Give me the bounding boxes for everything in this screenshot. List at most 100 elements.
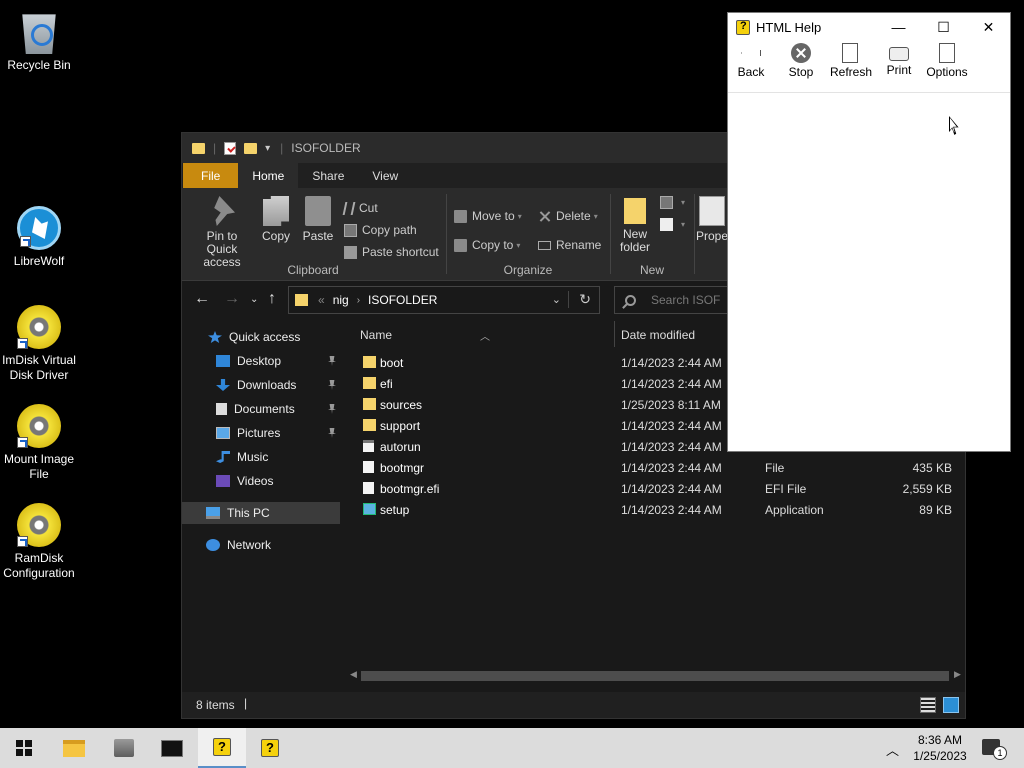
sidebar-item-label: Music xyxy=(237,450,269,464)
copy-button[interactable]: Copy xyxy=(258,196,294,243)
column-header-name[interactable]: Name xyxy=(360,328,392,342)
tab-share[interactable]: Share xyxy=(298,163,358,188)
forward-arrow-icon[interactable]: → xyxy=(224,290,240,308)
details-view-button[interactable] xyxy=(920,697,936,713)
up-arrow-icon[interactable]: ↑ xyxy=(268,290,276,308)
maximize-button[interactable]: ☐ xyxy=(921,13,966,41)
horizontal-scrollbar[interactable]: ◀ ▶ xyxy=(347,667,965,685)
paste-shortcut-button[interactable]: Paste shortcut xyxy=(344,242,439,262)
sidebar-item-quick-access[interactable]: Quick access xyxy=(182,326,340,348)
start-button[interactable] xyxy=(0,728,48,768)
tab-file[interactable]: File xyxy=(183,163,239,188)
help-app-icon xyxy=(736,19,750,35)
scroll-right-arrow-icon[interactable]: ▶ xyxy=(954,669,961,680)
sidebar-item-network[interactable]: Network xyxy=(182,534,340,556)
file-date-modified: 1/14/2023 2:44 AM xyxy=(621,461,722,475)
folder-icon xyxy=(295,294,308,306)
large-icons-view-button[interactable] xyxy=(943,697,959,713)
button-label: Pin to Quick xyxy=(206,229,238,256)
button-label: Rename xyxy=(556,238,602,252)
copy-to-button[interactable]: Copy to ▾ xyxy=(454,235,520,255)
column-header-date-modified[interactable]: Date modified xyxy=(621,328,695,342)
breadcrumb-item[interactable]: nig xyxy=(333,293,349,307)
paste-button[interactable]: Paste xyxy=(300,196,336,243)
sidebar-item-videos[interactable]: Videos xyxy=(182,470,340,492)
back-arrow-icon[interactable]: ← xyxy=(194,290,210,308)
taskbar-html-help-active[interactable] xyxy=(198,728,246,768)
minimize-button[interactable]: — xyxy=(876,13,921,41)
address-dropdown-icon[interactable]: ⌄ xyxy=(552,293,561,306)
table-row[interactable]: bootmgr.efi 1/14/2023 2:44 AM EFI File 2,55… xyxy=(347,478,965,499)
button-label: Prope xyxy=(696,229,728,243)
button-label: Print xyxy=(886,63,912,77)
desktop-icon-label: RamDisk xyxy=(14,551,64,565)
breadcrumb-item[interactable]: ISOFOLDER xyxy=(368,293,437,307)
customize-quick-access-icon[interactable]: ▾ xyxy=(265,143,270,154)
new-folder-icon xyxy=(624,198,646,224)
pin-icon xyxy=(328,380,336,390)
new-item-button[interactable]: ▾ xyxy=(660,192,685,212)
delete-button[interactable]: Delete ▾ xyxy=(538,206,598,226)
move-to-icon xyxy=(454,209,467,223)
help-content-pane[interactable] xyxy=(728,94,1010,451)
desktop-icon-imdisk[interactable]: ImDisk Virtual Disk Driver xyxy=(0,305,78,383)
taskbar-drive-app[interactable] xyxy=(100,728,148,768)
pin-icon xyxy=(214,196,235,226)
pin-to-quick-access-button[interactable]: Pin to Quick access xyxy=(190,196,254,269)
address-bar[interactable]: « nig › ISOFOLDER ⌄ ↻ xyxy=(288,286,600,314)
options-button[interactable]: Options xyxy=(926,43,968,79)
sidebar-item-this-pc[interactable]: This PC xyxy=(182,502,340,524)
show-hidden-icons-chevron-icon[interactable]: ︿ xyxy=(886,740,899,759)
desktop-icon-mount-image[interactable]: Mount Image File xyxy=(0,404,78,482)
rename-button[interactable]: Rename xyxy=(538,235,601,255)
scroll-left-arrow-icon[interactable]: ◀ xyxy=(350,669,357,680)
cut-button[interactable]: Cut xyxy=(342,198,378,218)
table-row[interactable]: setup 1/14/2023 2:44 AM Application 89 KB xyxy=(347,499,965,520)
refresh-button[interactable]: Refresh xyxy=(830,43,872,79)
print-button[interactable]: Print xyxy=(884,43,914,77)
ribbon-group-label: Organize xyxy=(503,263,553,277)
recent-locations-chevron-icon[interactable]: ⌄ xyxy=(250,294,258,305)
move-to-button[interactable]: Move to ▾ xyxy=(454,206,522,226)
clock[interactable]: 8:36 AM 1/25/2023 xyxy=(912,732,968,764)
tab-view[interactable]: View xyxy=(358,163,412,188)
properties-check-icon[interactable] xyxy=(224,141,237,155)
taskbar-command-prompt[interactable] xyxy=(148,728,196,768)
taskbar-html-help[interactable] xyxy=(246,728,294,768)
sidebar-item-downloads[interactable]: Downloads xyxy=(182,374,340,396)
sidebar-item-desktop[interactable]: Desktop xyxy=(182,350,340,372)
sidebar-item-pictures[interactable]: Pictures xyxy=(182,422,340,444)
tab-home[interactable]: Home xyxy=(238,163,299,188)
back-button[interactable]: Back xyxy=(736,43,766,79)
new-folder-button[interactable]: New folder xyxy=(616,196,654,254)
help-title-bar[interactable]: HTML Help — ☐ ✕ xyxy=(728,13,1010,41)
desktop-icon-ramdisk[interactable]: RamDisk Configuration xyxy=(0,503,78,581)
recycle-bin-icon xyxy=(22,14,56,54)
desktop-icon-librewolf[interactable]: LibreWolf xyxy=(0,206,78,269)
sidebar-item-documents[interactable]: Documents xyxy=(182,398,340,420)
ribbon-group-organize: Move to ▾ Copy to ▾ Delete ▾ Rename Organiz… xyxy=(448,188,608,281)
stop-button[interactable]: Stop xyxy=(786,43,816,79)
breadcrumb-chevron-icon[interactable]: › xyxy=(357,295,360,306)
close-button[interactable]: ✕ xyxy=(966,13,1011,41)
scrollbar-thumb[interactable] xyxy=(361,671,949,681)
sidebar-item-label: Documents xyxy=(234,402,295,416)
folder-icon xyxy=(363,377,376,389)
properties-button[interactable]: Prope xyxy=(696,196,728,243)
disc-icon xyxy=(17,503,61,547)
desktop-icon-recycle-bin[interactable]: Recycle Bin xyxy=(0,10,78,73)
copy-path-icon xyxy=(344,223,357,237)
copy-path-button[interactable]: Copy path xyxy=(344,220,417,240)
address-overflow[interactable]: « xyxy=(318,293,325,307)
ribbon-group-label: New xyxy=(639,263,664,277)
command-prompt-icon xyxy=(161,739,183,757)
item-count: 8 items xyxy=(196,698,235,712)
column-separator[interactable] xyxy=(614,321,615,347)
new-folder-quick-icon[interactable] xyxy=(244,142,258,154)
table-row[interactable]: bootmgr 1/14/2023 2:44 AM File 435 KB xyxy=(347,457,965,478)
refresh-icon[interactable]: ↻ xyxy=(568,291,591,308)
sidebar-item-music[interactable]: Music xyxy=(182,446,340,468)
file-name: boot xyxy=(380,356,404,370)
taskbar-file-explorer[interactable] xyxy=(50,728,98,768)
easy-access-button[interactable]: ▾ xyxy=(660,214,685,234)
